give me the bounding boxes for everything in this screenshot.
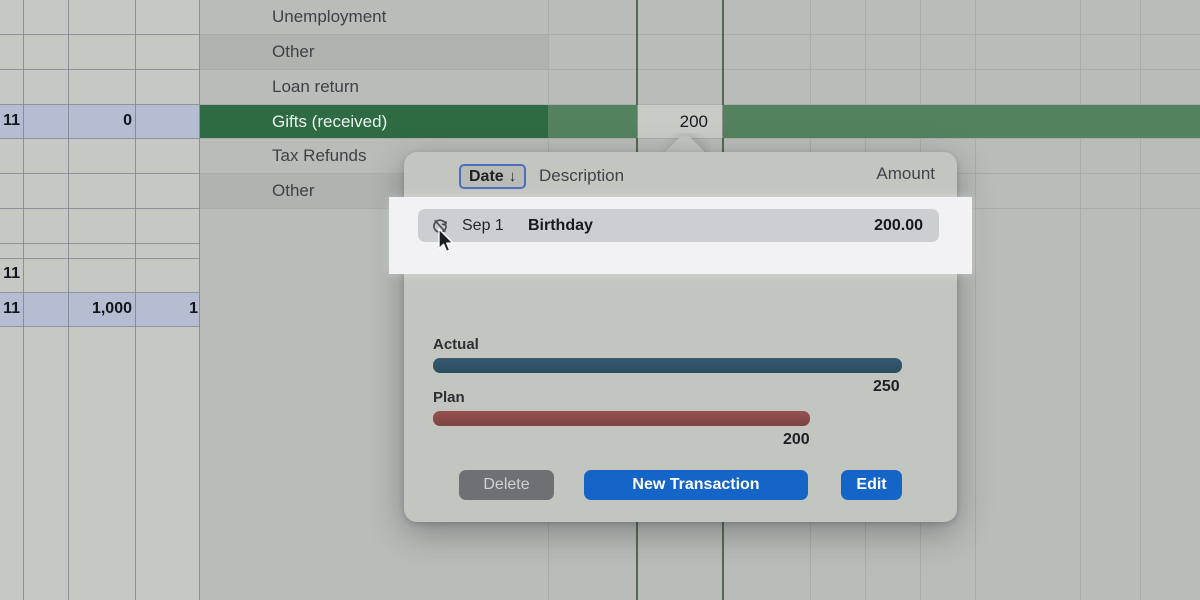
column-header-description[interactable]: Description [539, 166, 624, 186]
left-pane-cell-value: 1,000 [91, 300, 132, 317]
left-pane-row-label: 11 [3, 265, 20, 282]
transaction-date: Sep 1 [462, 216, 504, 234]
category-label: Unemployment [272, 7, 387, 26]
bar-value-plan: 200 [783, 431, 810, 448]
bar-actual [433, 358, 902, 373]
category-row-gifts-received[interactable]: Gifts (received) [200, 105, 548, 138]
bar-group-plan: Plan 200 [433, 389, 923, 448]
sort-column-label: Date [469, 167, 504, 185]
left-pane-row [0, 0, 200, 104]
mouse-cursor [438, 228, 454, 253]
left-pane-row [0, 139, 200, 294]
transaction-list: Sep 1 Birthday 200.00 [389, 197, 972, 274]
transaction-popover: Date ↓ Description Amount Sep 1 Birthday… [389, 152, 972, 522]
left-pane-cell-value: 0 [123, 112, 132, 129]
category-row-other[interactable]: Other [200, 35, 548, 69]
transaction-row[interactable]: Sep 1 Birthday 200.00 [418, 209, 939, 242]
bar-label-actual: Actual [433, 336, 479, 353]
edit-button[interactable]: Edit [841, 470, 902, 500]
left-pane-row-label: 11 [3, 112, 20, 129]
popover-actions: Delete New Transaction Edit [404, 470, 957, 500]
bar-group-actual: Actual 250 [433, 336, 923, 395]
popover-header: Date ↓ Description Amount [404, 152, 957, 196]
grid-line-v [1080, 0, 1081, 600]
grid-line-h [0, 208, 200, 209]
category-row-loan-return[interactable]: Loan return [200, 70, 548, 104]
grid-line-v [975, 0, 976, 600]
bar-plan [433, 411, 810, 426]
left-number-pane: 11 0 11 11 1,000 1 [0, 0, 200, 600]
category-label: Tax Refunds [272, 146, 367, 165]
grid-line-h [0, 326, 200, 327]
delete-button[interactable]: Delete [459, 470, 554, 500]
grid-line-v [1140, 0, 1141, 600]
grid-line-h [0, 104, 200, 105]
transaction-description: Birthday [528, 216, 593, 234]
grid-line-h [0, 292, 200, 293]
category-label: Other [272, 42, 315, 61]
grid-line-h [0, 173, 200, 174]
category-label: Other [272, 181, 315, 200]
grid-line-v [68, 0, 69, 600]
transaction-amount: 200.00 [874, 216, 923, 234]
column-header-amount[interactable]: Amount [876, 164, 935, 184]
left-pane-row-label: 11 [3, 300, 20, 317]
grid-line-h [0, 69, 200, 70]
category-label: Loan return [272, 77, 359, 96]
grid-line-h [0, 243, 200, 244]
new-transaction-button[interactable]: New Transaction [584, 470, 808, 500]
grid-line-v [23, 0, 24, 600]
sort-by-date-button[interactable]: Date ↓ [459, 164, 527, 189]
bar-label-plan: Plan [433, 389, 465, 406]
category-row-unemployment[interactable]: Unemployment [200, 0, 548, 34]
grid-line-h [0, 34, 200, 35]
category-label: Gifts (received) [272, 111, 388, 131]
left-pane-cell-value: 1 [189, 300, 198, 317]
grid-line-h [0, 138, 200, 139]
sort-descending-icon: ↓ [508, 168, 517, 185]
grid-line-h [0, 258, 200, 259]
